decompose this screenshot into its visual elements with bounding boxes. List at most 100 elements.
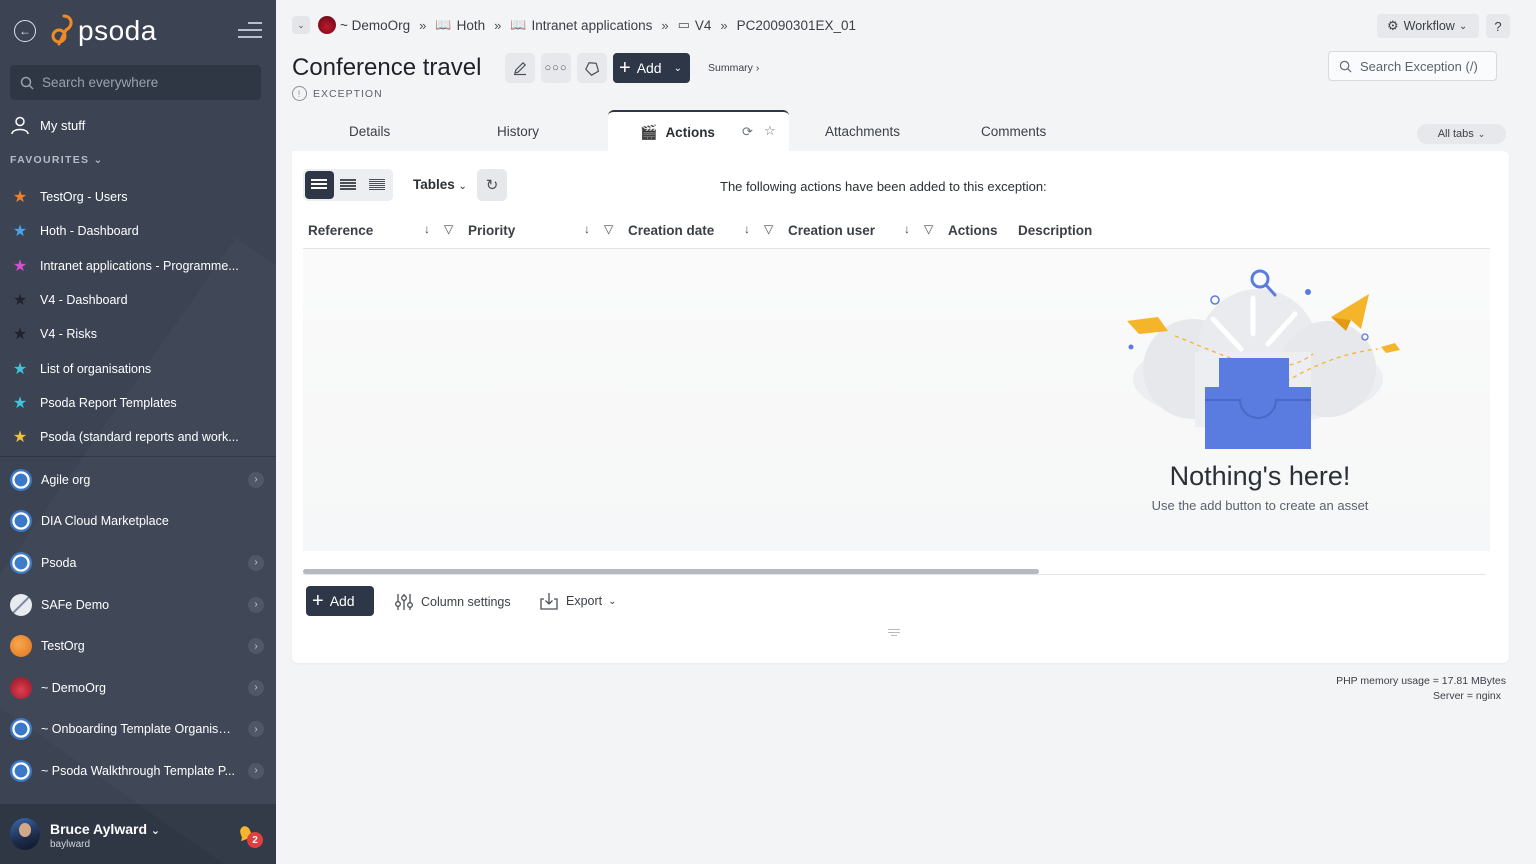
- breadcrumb-item[interactable]: 📖 Intranet applications: [510, 17, 652, 33]
- view-dense-button[interactable]: [362, 171, 391, 199]
- notification-count-badge[interactable]: 2: [247, 832, 263, 848]
- chevron-right-icon[interactable]: ›: [248, 596, 264, 613]
- favourite-item[interactable]: ★ Hoth - Dashboard: [10, 214, 265, 248]
- sidebar-divider: [0, 456, 276, 457]
- chevron-right-icon[interactable]: ›: [248, 679, 264, 696]
- filter-icon[interactable]: ▽: [764, 222, 773, 236]
- workflow-button[interactable]: ⚙ Workflow ⌄: [1377, 14, 1479, 38]
- collapse-sidebar-icon[interactable]: [238, 22, 262, 40]
- chevron-down-icon: ⌄: [93, 154, 104, 166]
- org-item-dia-cloud-marketplace[interactable]: DIA Cloud Marketplace: [0, 501, 276, 543]
- avatar[interactable]: [10, 818, 40, 850]
- favourite-item[interactable]: ★ Psoda Report Templates: [10, 386, 265, 420]
- help-button[interactable]: ?: [1486, 14, 1510, 38]
- server-name: Server = nginx: [1433, 690, 1501, 702]
- summary-link[interactable]: Summary ›: [708, 62, 759, 74]
- refresh-tab-icon[interactable]: ⟳: [742, 124, 753, 140]
- chevron-down-icon: ⌄: [150, 825, 161, 837]
- search-exception-button[interactable]: Search Exception (/): [1328, 51, 1497, 81]
- more-icon: ○○○: [544, 62, 568, 74]
- sort-icon[interactable]: ↓: [424, 222, 430, 236]
- column-header-actions[interactable]: Actions: [948, 223, 998, 238]
- org-item-walkthrough-template[interactable]: ~ Psoda Walkthrough Template P... ›: [0, 750, 276, 792]
- star-icon: ★: [12, 394, 28, 412]
- chevron-right-icon[interactable]: ›: [248, 638, 264, 655]
- org-item-testorg[interactable]: TestOrg ›: [0, 625, 276, 667]
- tables-dropdown[interactable]: Tables ⌄: [413, 177, 467, 192]
- tab-history[interactable]: History: [497, 124, 539, 139]
- sort-icon[interactable]: ↓: [904, 222, 910, 236]
- chevron-right-icon[interactable]: ›: [248, 471, 264, 488]
- refresh-table-button[interactable]: ↻: [477, 169, 507, 201]
- column-header-creation-date[interactable]: Creation date: [628, 223, 714, 238]
- org-label: Agile org: [41, 472, 91, 487]
- memory-usage: PHP memory usage = 17.81 MBytes: [1336, 675, 1506, 687]
- chevron-right-icon[interactable]: ›: [248, 721, 264, 738]
- column-settings-label: Column settings: [421, 595, 511, 609]
- chevron-right-icon[interactable]: ›: [248, 554, 264, 571]
- plus-icon: +: [619, 57, 631, 79]
- sidebar-header: ← psoda: [0, 0, 276, 64]
- breadcrumb-dropdown-icon[interactable]: ⌄: [292, 16, 310, 34]
- org-item-onboarding-template[interactable]: ~ Onboarding Template Organisa... ›: [0, 709, 276, 751]
- favourite-item[interactable]: ★ List of organisations: [10, 351, 265, 385]
- psoda-logo[interactable]: psoda: [50, 14, 157, 48]
- column-header-description[interactable]: Description: [1018, 223, 1092, 238]
- all-tabs-dropdown[interactable]: All tabs ⌄: [1417, 124, 1506, 144]
- org-item-agile-org[interactable]: Agile org ›: [0, 459, 276, 501]
- favourite-item[interactable]: ★ V4 - Dashboard: [10, 283, 265, 317]
- favourite-label: Intranet applications - Programme...: [40, 258, 239, 273]
- tag-button[interactable]: [577, 53, 607, 83]
- pencil-icon: [514, 61, 527, 76]
- sort-icon[interactable]: ↓: [744, 222, 750, 236]
- view-compact-button[interactable]: [334, 171, 363, 199]
- favourite-item[interactable]: ★ Intranet applications - Programme...: [10, 249, 265, 283]
- book-icon: 📖: [435, 17, 452, 32]
- global-search-input[interactable]: [42, 75, 242, 90]
- favourite-star-icon[interactable]: ☆: [764, 123, 776, 139]
- add-button[interactable]: + Add ⌄: [613, 53, 690, 83]
- breadcrumb-separator: »: [494, 17, 502, 33]
- org-item-safe-demo[interactable]: SAFe Demo ›: [0, 584, 276, 626]
- resize-handle[interactable]: [888, 629, 900, 638]
- export-dropdown[interactable]: Export ⌄: [539, 592, 617, 610]
- column-settings-button[interactable]: Column settings: [394, 592, 511, 612]
- favourite-item[interactable]: ★ V4 - Risks: [10, 317, 265, 351]
- global-search[interactable]: [10, 65, 261, 100]
- tab-actions[interactable]: 🎬 Actions ⟳ ☆: [608, 110, 789, 152]
- org-item-psoda[interactable]: Psoda ›: [0, 542, 276, 584]
- column-header-creation-user[interactable]: Creation user: [788, 223, 875, 238]
- favourites-heading[interactable]: FAVOURITES ⌄: [10, 154, 104, 166]
- filter-icon[interactable]: ▽: [444, 222, 453, 236]
- star-icon: ★: [12, 189, 28, 207]
- breadcrumb-item[interactable]: ~ DemoOrg: [318, 16, 410, 34]
- filter-icon[interactable]: ▽: [604, 222, 613, 236]
- column-header-priority[interactable]: Priority: [468, 223, 515, 238]
- view-comfortable-button[interactable]: [305, 171, 334, 199]
- filter-icon[interactable]: ▽: [924, 222, 933, 236]
- tab-details[interactable]: Details: [349, 124, 390, 139]
- user-handle: baylward: [50, 839, 91, 850]
- sidebar: ← psoda My stuff FAVOURITES ⌄ ★ TestOrg -…: [0, 0, 276, 864]
- org-item-demoorg[interactable]: ~ DemoOrg ›: [0, 667, 276, 709]
- tab-attachments[interactable]: Attachments: [825, 124, 900, 139]
- edit-button[interactable]: [505, 53, 535, 83]
- chevron-right-icon[interactable]: ›: [248, 762, 264, 779]
- search-icon: [1339, 60, 1352, 73]
- favourite-item[interactable]: ★ Psoda (standard reports and work...: [10, 420, 265, 454]
- add-action-button[interactable]: + Add: [306, 586, 374, 616]
- user-menu[interactable]: Bruce Aylward ⌄: [50, 821, 160, 837]
- add-action-label: Add: [329, 593, 355, 609]
- my-stuff-link[interactable]: My stuff: [10, 114, 85, 136]
- sort-icon[interactable]: ↓: [584, 222, 590, 236]
- org-label: ~ Onboarding Template Organisa...: [41, 722, 235, 737]
- more-options-button[interactable]: ○○○: [541, 53, 571, 83]
- favourite-item[interactable]: ★ TestOrg - Users: [10, 180, 265, 214]
- tab-bar: Details History 🎬 Actions ⟳ ☆ Attachment…: [292, 110, 1509, 152]
- breadcrumb-item[interactable]: ▭ V4: [678, 17, 712, 33]
- back-icon[interactable]: ←: [14, 20, 36, 42]
- favourites-list: ★ TestOrg - Users ★ Hoth - Dashboard ★ Intr…: [10, 180, 265, 454]
- tab-comments[interactable]: Comments: [981, 124, 1046, 139]
- column-header-reference[interactable]: Reference: [308, 223, 373, 238]
- breadcrumb-item[interactable]: 📖 Hoth: [435, 17, 485, 33]
